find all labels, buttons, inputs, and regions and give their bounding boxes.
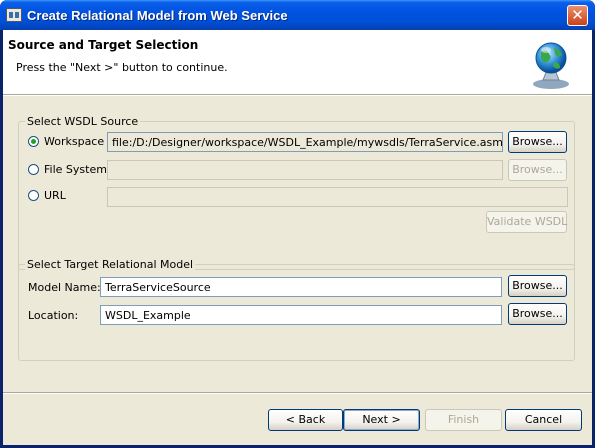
target-model-group-label: Select Target Relational Model xyxy=(25,258,196,271)
file-system-radio-label: File System xyxy=(44,163,107,176)
radio-url[interactable] xyxy=(28,190,39,201)
globe-web-service-icon xyxy=(533,42,569,89)
footer-divider xyxy=(3,392,592,394)
url-radio[interactable]: URL xyxy=(28,189,66,202)
title-bar[interactable]: Create Relational Model from Web Service… xyxy=(0,0,595,30)
model-name-label: Model Name: xyxy=(28,281,101,294)
file-system-path-field[interactable] xyxy=(107,160,503,180)
model-name-browse-button[interactable]: Browse... xyxy=(508,275,567,297)
location-input[interactable]: WSDL_Example xyxy=(100,305,502,325)
radio-file-system[interactable] xyxy=(28,164,39,175)
app-icon xyxy=(6,8,22,22)
workspace-browse-button[interactable]: Browse... xyxy=(508,131,567,153)
url-field[interactable] xyxy=(107,187,568,207)
url-radio-label: URL xyxy=(44,189,66,202)
finish-button[interactable]: Finish xyxy=(425,409,502,431)
model-name-input[interactable]: TerraServiceSource xyxy=(100,277,502,297)
window-title: Create Relational Model from Web Service xyxy=(27,8,288,23)
wsdl-source-group-label: Select WSDL Source xyxy=(25,115,141,128)
radio-workspace[interactable] xyxy=(28,136,39,147)
cancel-button[interactable]: Cancel xyxy=(505,409,582,431)
location-browse-button[interactable]: Browse... xyxy=(508,303,567,325)
file-system-radio[interactable]: File System xyxy=(28,163,107,176)
next-button[interactable]: Next > xyxy=(343,409,420,431)
workspace-path-field[interactable]: file:/D:/Designer/workspace/WSDL_Example… xyxy=(107,132,503,152)
page-title: Source and Target Selection xyxy=(8,38,199,52)
location-label: Location: xyxy=(28,309,79,322)
back-button[interactable]: < Back xyxy=(268,409,343,431)
page-message: Press the "Next >" button to continue. xyxy=(16,61,228,74)
validate-wsdl-button[interactable]: Validate WSDL xyxy=(486,211,567,233)
header-divider xyxy=(3,94,592,96)
close-button[interactable]: ✕ xyxy=(567,5,588,26)
dialog-body: Source and Target Selection Press the "N… xyxy=(3,30,592,445)
workspace-radio[interactable]: Workspace xyxy=(28,135,104,148)
wizard-header: Source and Target Selection Press the "N… xyxy=(3,30,592,94)
file-system-browse-button[interactable]: Browse... xyxy=(508,159,567,181)
dialog-window: Create Relational Model from Web Service… xyxy=(0,0,595,448)
workspace-radio-label: Workspace xyxy=(44,135,105,148)
close-icon: ✕ xyxy=(571,6,584,24)
